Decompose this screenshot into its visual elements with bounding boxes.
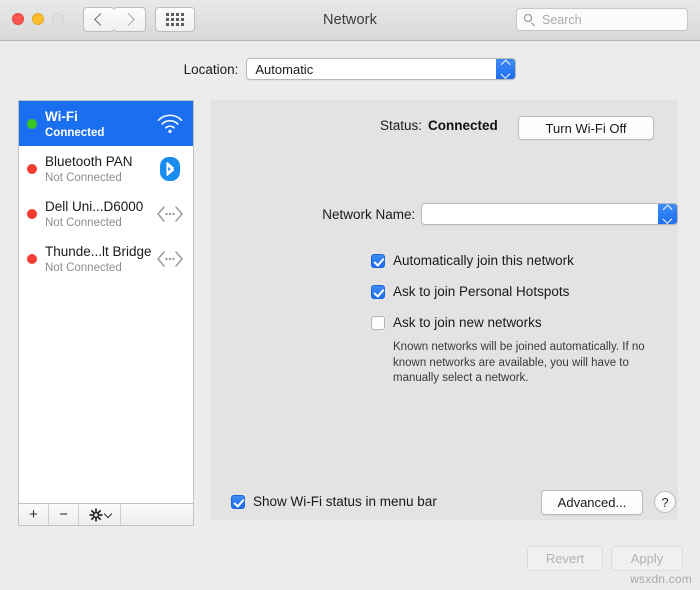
sidebar-item-state: Not Connected xyxy=(45,216,153,230)
search-field[interactable] xyxy=(516,8,688,31)
wifi-icon xyxy=(153,109,187,139)
status-dot xyxy=(27,164,37,174)
sidebar-item-dell-dock[interactable]: Dell Uni...D6000 Not Connected xyxy=(19,191,193,236)
ask-join-hotspots-label: Ask to join Personal Hotspots xyxy=(393,284,569,299)
sidebar-item-name: Bluetooth PAN xyxy=(45,154,133,169)
status-value: Connected xyxy=(428,118,498,133)
apply-button[interactable]: Apply xyxy=(611,546,683,571)
sidebar-item-name: Wi-Fi xyxy=(45,109,78,124)
add-service-button[interactable]: + xyxy=(19,504,49,525)
status-dot xyxy=(27,209,37,219)
help-button[interactable]: ? xyxy=(654,491,676,513)
sidebar-item-text: Dell Uni...D6000 Not Connected xyxy=(45,198,153,230)
network-preferences-window: Network Location: Automatic Wi-Fi Connec… xyxy=(0,0,700,590)
location-selected-value: Automatic xyxy=(247,62,313,77)
show-wifi-status-label: Show Wi-Fi status in menu bar xyxy=(253,494,437,509)
auto-join-network-checkbox[interactable] xyxy=(371,254,385,268)
bluetooth-icon xyxy=(153,154,187,184)
advanced-button[interactable]: Advanced... xyxy=(541,490,643,515)
services-list-footer: + − xyxy=(18,504,194,526)
sidebar-item-thunderbolt-bridge[interactable]: Thunde...lt Bridge Not Connected xyxy=(19,236,193,281)
join-options-group: Automatically join this network Ask to j… xyxy=(371,245,671,338)
sidebar-item-state: Not Connected xyxy=(45,261,153,275)
location-popup-button[interactable]: Automatic xyxy=(246,58,516,80)
chevron-updown-icon[interactable] xyxy=(496,59,515,79)
auto-join-network-label: Automatically join this network xyxy=(393,253,574,268)
footer-spacer xyxy=(121,504,193,525)
revert-button[interactable]: Revert xyxy=(527,546,603,571)
show-wifi-status-row[interactable]: Show Wi-Fi status in menu bar xyxy=(231,494,437,509)
sidebar-item-name: Dell Uni...D6000 xyxy=(45,199,143,214)
ask-join-hotspots-row[interactable]: Ask to join Personal Hotspots xyxy=(371,276,671,307)
auto-join-network-row[interactable]: Automatically join this network xyxy=(371,245,671,276)
wifi-settings-panel: Status: Connected Turn Wi-Fi Off Network… xyxy=(210,100,678,520)
sidebar-item-bluetooth-pan[interactable]: Bluetooth PAN Not Connected xyxy=(19,146,193,191)
panel-bottom-row: Show Wi-Fi status in menu bar Advanced..… xyxy=(210,490,678,516)
window-titlebar: Network xyxy=(0,0,700,41)
services-action-menu-button[interactable] xyxy=(79,504,121,525)
ask-join-new-networks-checkbox[interactable] xyxy=(371,316,385,330)
sidebar-item-text: Bluetooth PAN Not Connected xyxy=(45,153,153,185)
ethernet-icon xyxy=(153,199,187,229)
sidebar-item-text: Thunde...lt Bridge Not Connected xyxy=(45,243,153,275)
ask-join-new-networks-row[interactable]: Ask to join new networks xyxy=(371,307,671,338)
sidebar-item-state: Not Connected xyxy=(45,171,153,185)
sidebar-item-text: Wi-Fi Connected xyxy=(45,108,153,140)
remove-service-button[interactable]: − xyxy=(49,504,79,525)
ask-join-hotspots-checkbox[interactable] xyxy=(371,285,385,299)
chevron-down-icon xyxy=(103,509,111,517)
network-name-label: Network Name: xyxy=(210,207,415,222)
sidebar-item-state: Connected xyxy=(45,126,153,140)
ask-join-new-networks-label: Ask to join new networks xyxy=(393,315,542,330)
watermark: wsxdn.com xyxy=(630,572,692,586)
status-label: Status: xyxy=(210,118,422,133)
network-name-row: Network Name: xyxy=(210,203,678,225)
sidebar-item-wifi[interactable]: Wi-Fi Connected xyxy=(19,101,193,146)
join-options-hint: Known networks will be joined automatica… xyxy=(393,340,661,387)
gear-icon xyxy=(89,508,103,522)
show-wifi-status-checkbox[interactable] xyxy=(231,495,245,509)
sidebar-item-name: Thunde...lt Bridge xyxy=(45,244,152,259)
status-dot xyxy=(27,119,37,129)
location-label: Location: xyxy=(184,62,239,77)
status-dot xyxy=(27,254,37,264)
ethernet-icon xyxy=(153,244,187,274)
search-input[interactable] xyxy=(540,12,684,28)
chevron-updown-icon[interactable] xyxy=(658,204,677,224)
turn-wifi-off-button[interactable]: Turn Wi-Fi Off xyxy=(518,116,654,140)
search-icon xyxy=(524,14,535,25)
location-row: Location: Automatic xyxy=(0,58,700,80)
network-services-list[interactable]: Wi-Fi Connected Bluetooth PAN Not Connec xyxy=(18,100,194,504)
network-name-popup-button[interactable] xyxy=(421,203,678,225)
